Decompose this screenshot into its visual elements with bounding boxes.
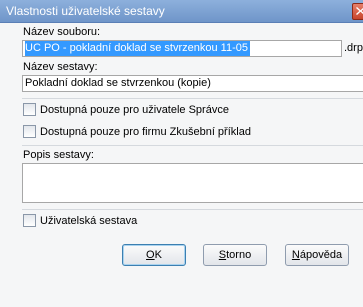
filename-value: UC PO - pokladní doklad se stvrzenkou 11…	[25, 41, 250, 56]
description-textarea[interactable]	[22, 163, 363, 203]
ok-mnemonic: O	[146, 249, 155, 261]
report-name-label: Název sestavy:	[23, 61, 98, 73]
user-report-checkbox[interactable]	[23, 214, 36, 227]
filename-label: Název souboru:	[23, 26, 101, 38]
filename-input[interactable]: UC PO - pokladní doklad se stvrzenkou 11…	[22, 40, 342, 57]
dialog-window: Vlastnosti uživatelské sestavy Název sou…	[0, 0, 363, 307]
help-label-rest: ápověda	[299, 249, 343, 261]
close-button[interactable]	[352, 3, 363, 20]
description-label: Popis sestavy:	[23, 149, 94, 161]
report-name-value: Pokladní doklad se stvrzenkou (kopie)	[25, 77, 211, 89]
ok-label-rest: K	[154, 249, 162, 261]
divider	[22, 209, 363, 210]
report-name-input[interactable]: Pokladní doklad se stvrzenkou (kopie)	[22, 75, 363, 92]
divider	[22, 98, 363, 99]
title-bar[interactable]: Vlastnosti uživatelské sestavy	[0, 0, 363, 23]
user-report-label[interactable]: Uživatelská sestava	[40, 215, 137, 227]
admin-only-label[interactable]: Dostupná pouze pro uživatele Správce	[40, 104, 229, 116]
company-only-label[interactable]: Dostupná pouze pro firmu Zkušební příkla…	[40, 126, 251, 138]
ok-button[interactable]: OK	[122, 244, 186, 266]
admin-only-checkbox[interactable]	[23, 103, 36, 116]
divider	[22, 145, 363, 146]
storno-button[interactable]: Storno	[203, 244, 267, 266]
help-mnemonic: N	[291, 249, 300, 261]
filename-extension: .drp	[344, 42, 363, 54]
help-button[interactable]: Nápověda	[285, 244, 349, 266]
window-title: Vlastnosti uživatelské sestavy	[6, 4, 165, 18]
storno-label-rest: torno	[226, 249, 252, 261]
company-only-checkbox[interactable]	[23, 125, 36, 138]
